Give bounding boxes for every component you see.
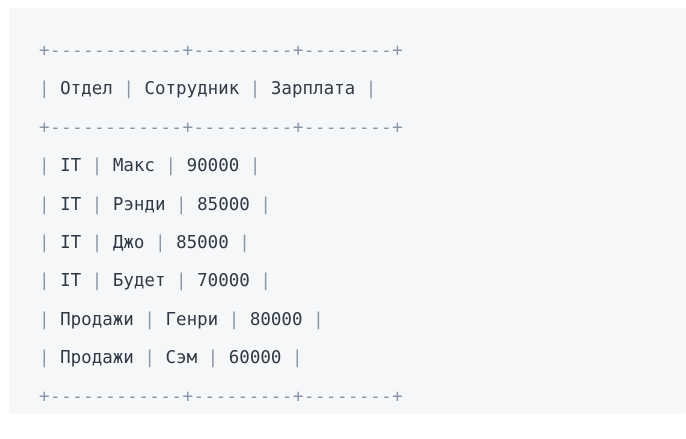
header-cell-salary: Зарплата [270, 79, 356, 100]
table-cell: 85000 [176, 232, 229, 253]
table-border-bottom: +------------+---------+--------+ [39, 386, 404, 407]
table-cell: Продажи [60, 309, 134, 330]
table-cell: 85000 [197, 194, 250, 215]
table-cell: Генри [165, 309, 219, 330]
table-cell: IT [60, 156, 82, 177]
table-cell: IT [60, 232, 82, 253]
table-border-top: +------------+---------+--------+ [39, 41, 404, 61]
table-cell: 70000 [197, 271, 250, 292]
table-cell: Будет [112, 271, 166, 292]
table-row: | Продажи | Сэм | 60000 | [39, 348, 303, 369]
table-row: | IT | Джо | 85000 | [39, 232, 250, 253]
table-cell: 60000 [228, 348, 282, 369]
table-cell: Сэм [165, 348, 198, 369]
table-cell: IT [60, 271, 82, 292]
header-cell-employee: Сотрудник [144, 79, 240, 100]
table-cell: 80000 [249, 309, 303, 330]
table-cell: IT [60, 194, 82, 215]
table-cell: Макс [112, 156, 155, 177]
table-cell: Джо [112, 232, 145, 253]
table-cell: Рэнди [112, 194, 166, 215]
table-cell: Продажи [60, 348, 134, 369]
code-block: +------------+---------+--------+ | Отде… [9, 8, 686, 414]
table-border-middle: +------------+---------+--------+ [39, 117, 404, 138]
table-header-row: | Отдел | Сотрудник | Зарплата | [39, 79, 377, 100]
table-row: | IT | Будет | 70000 | [39, 271, 271, 292]
table-row: | Продажи | Генри | 80000 | [39, 309, 324, 330]
table-row: | IT | Макс | 90000 | [39, 156, 261, 177]
header-cell-department: Отдел [60, 79, 113, 100]
table-cell: 90000 [186, 156, 240, 177]
table-row: | IT | Рэнди | 85000 | [39, 194, 271, 215]
